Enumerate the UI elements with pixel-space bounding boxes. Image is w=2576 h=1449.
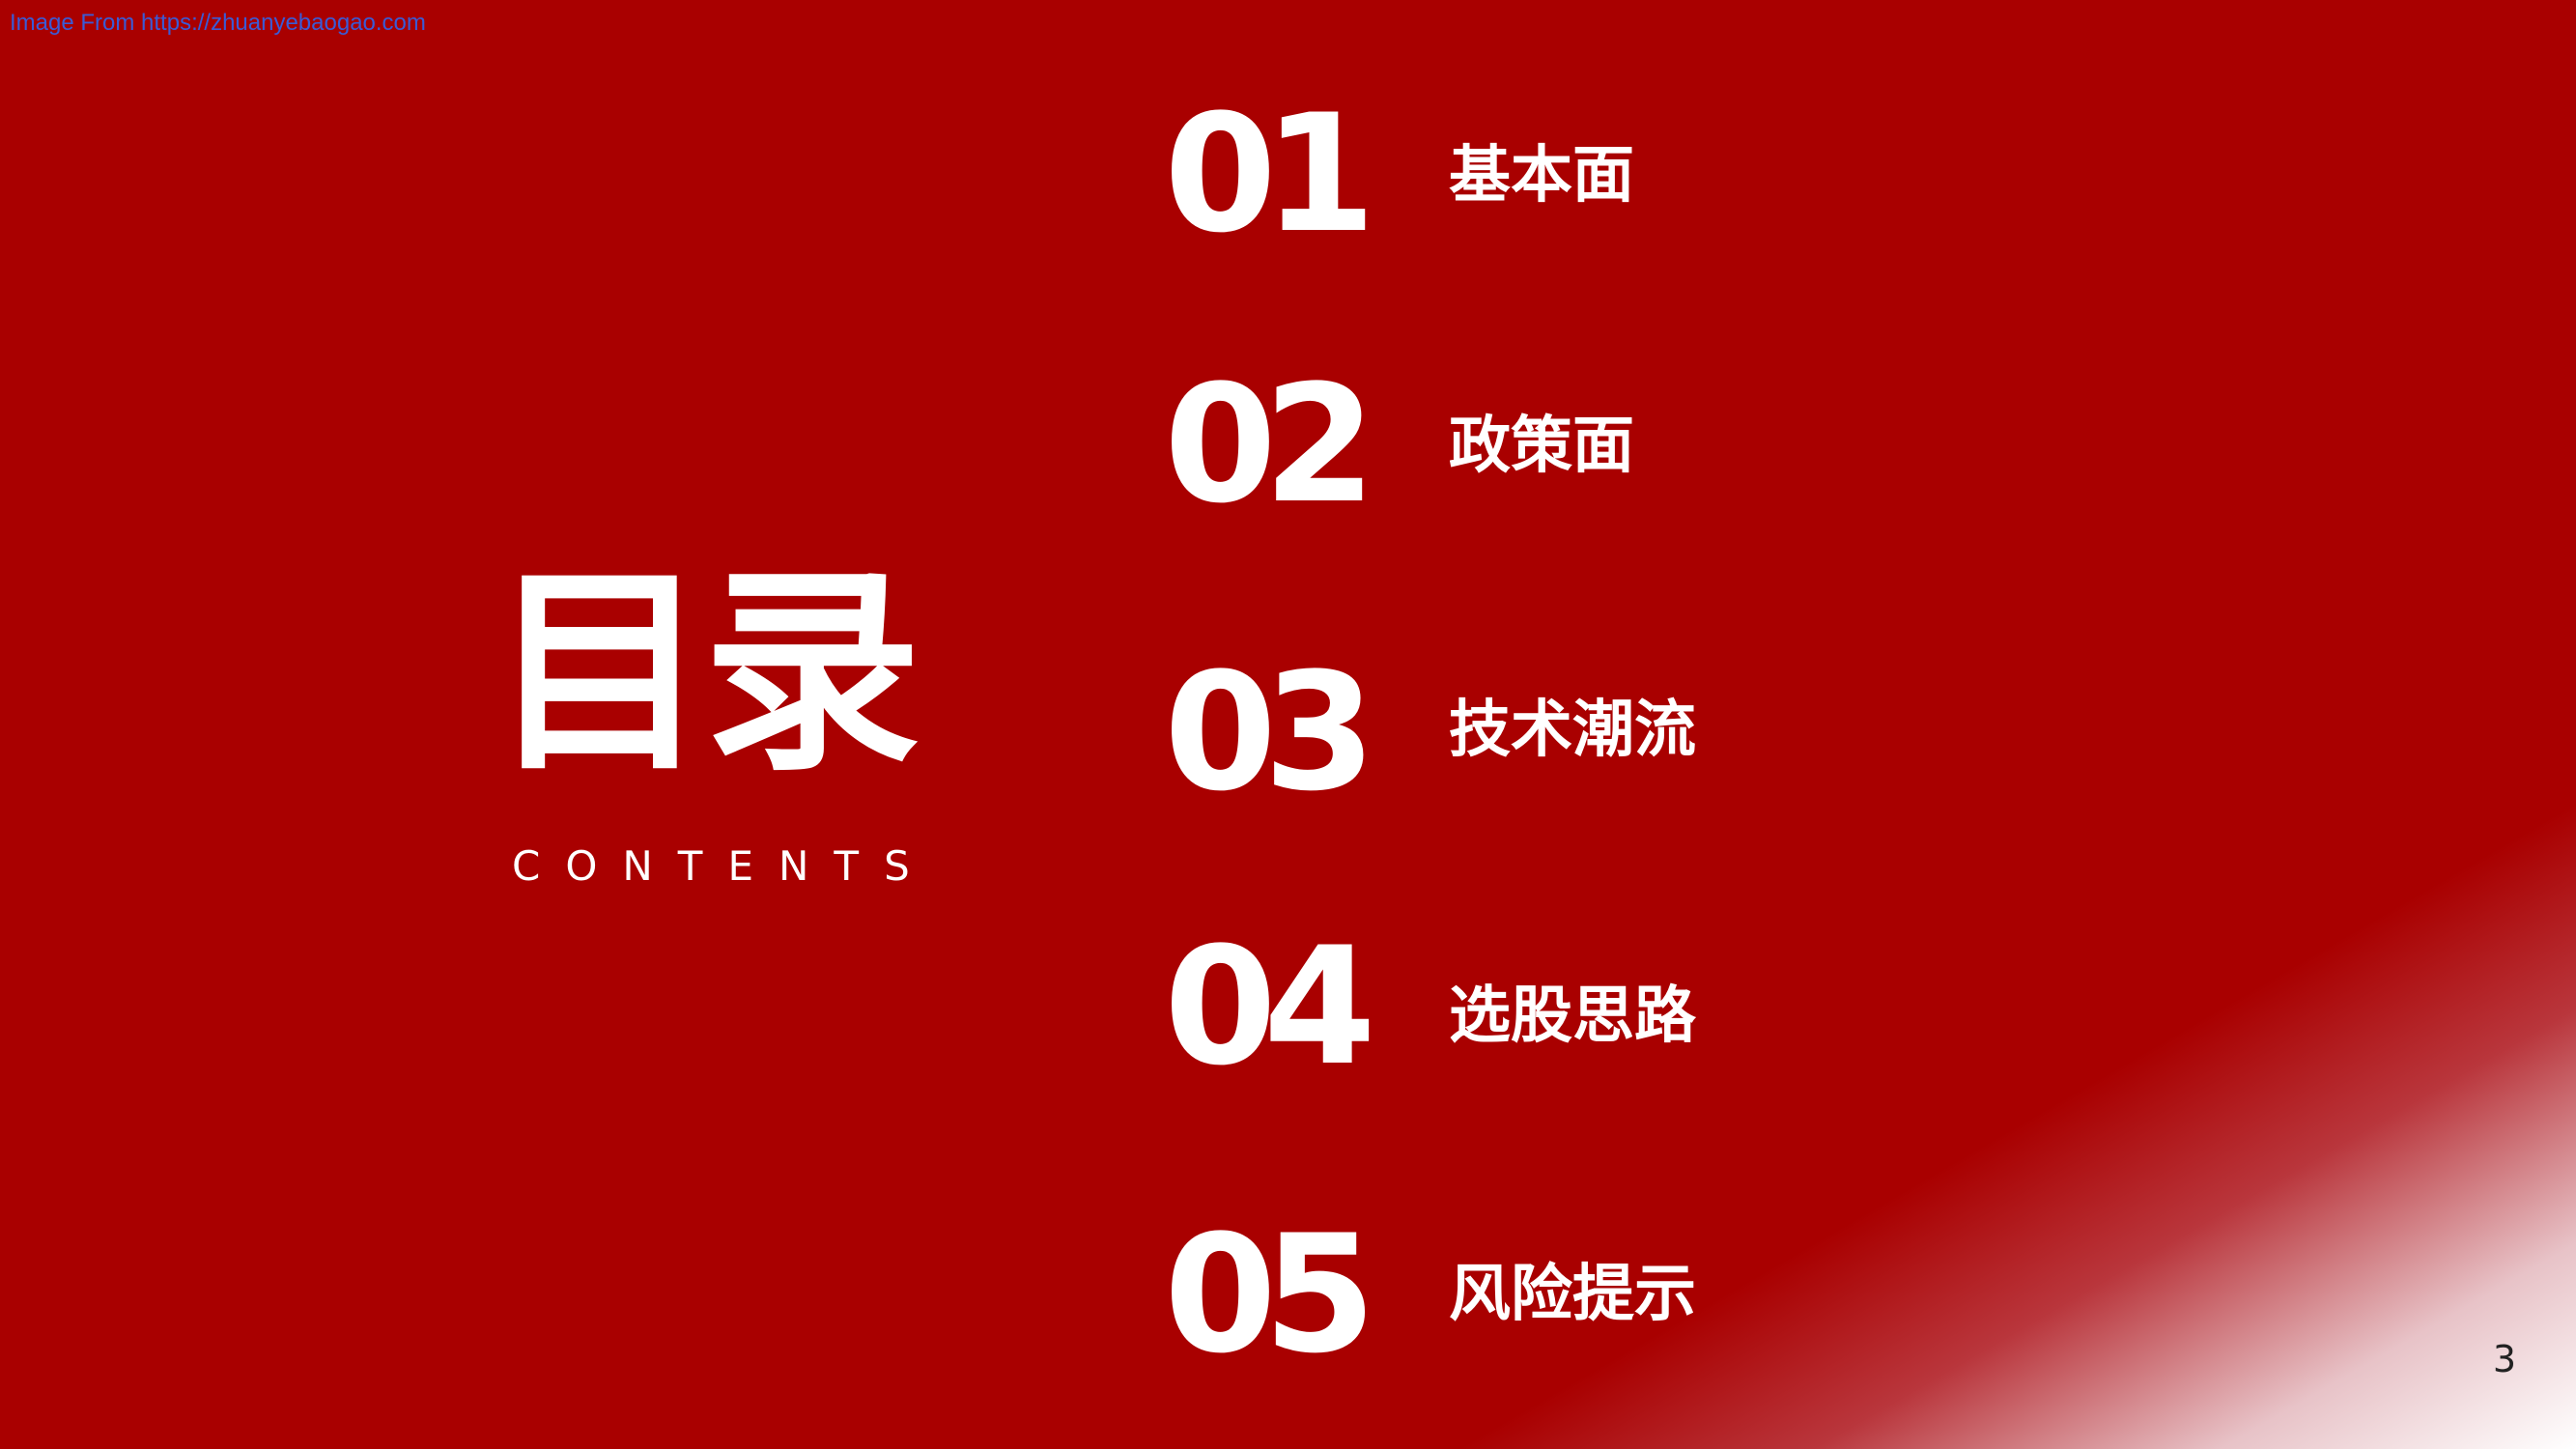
- toc-item-1: 01 基本面: [1164, 79, 1840, 269]
- toc-number: 04: [1164, 912, 1376, 1101]
- toc-label: 风险提示: [1449, 1259, 1696, 1330]
- toc-number: 01: [1164, 79, 1376, 269]
- page-number: 3: [2492, 1338, 2516, 1380]
- toc-label: 基本面: [1449, 140, 1634, 212]
- toc-label: 选股思路: [1449, 980, 1696, 1052]
- toc-item-4: 04 选股思路: [1164, 912, 1840, 1101]
- toc-item-2: 02 政策面: [1164, 350, 1840, 539]
- toc-number: 03: [1164, 638, 1376, 827]
- page-title: 目录: [491, 547, 921, 801]
- toc-item-5: 05 风险提示: [1164, 1200, 1840, 1389]
- toc-item-3: 03 技术潮流: [1164, 638, 1840, 827]
- toc-label: 政策面: [1449, 411, 1634, 482]
- toc-label: 技术潮流: [1449, 695, 1696, 766]
- toc-number: 02: [1164, 350, 1376, 539]
- page-subtitle: CONTENTS: [512, 842, 935, 890]
- slide: Image From https://zhuanyebaogao.com 目录 …: [0, 0, 2576, 1449]
- toc-number: 05: [1164, 1200, 1376, 1389]
- watermark-text: Image From https://zhuanyebaogao.com: [10, 10, 426, 36]
